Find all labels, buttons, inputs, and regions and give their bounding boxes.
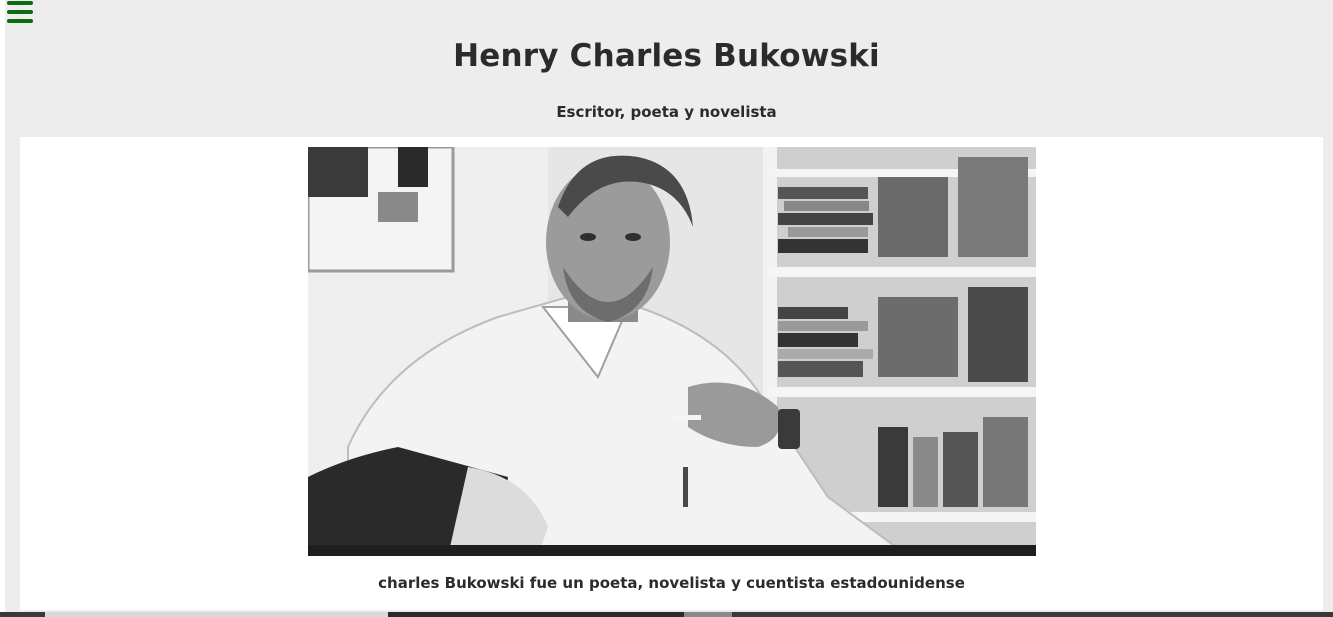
hamburger-menu-icon[interactable] [7,1,33,23]
strip-segment [45,612,388,617]
portrait-photo-icon [308,147,1036,556]
menu-bar [7,1,33,5]
page-subtitle: Escritor, poeta y novelista [556,103,777,121]
strip-segment [684,612,732,617]
content-card: charles Bukowski fue un poeta, novelista… [20,137,1323,610]
menu-bar [7,19,33,23]
page-title: Henry Charles Bukowski [453,38,880,74]
bottom-image-strip [0,612,1333,617]
photo-caption: charles Bukowski fue un poeta, novelista… [378,574,965,592]
strip-segment [388,612,684,617]
bukowski-portrait-photo [308,147,1036,556]
menu-bar [7,10,33,14]
